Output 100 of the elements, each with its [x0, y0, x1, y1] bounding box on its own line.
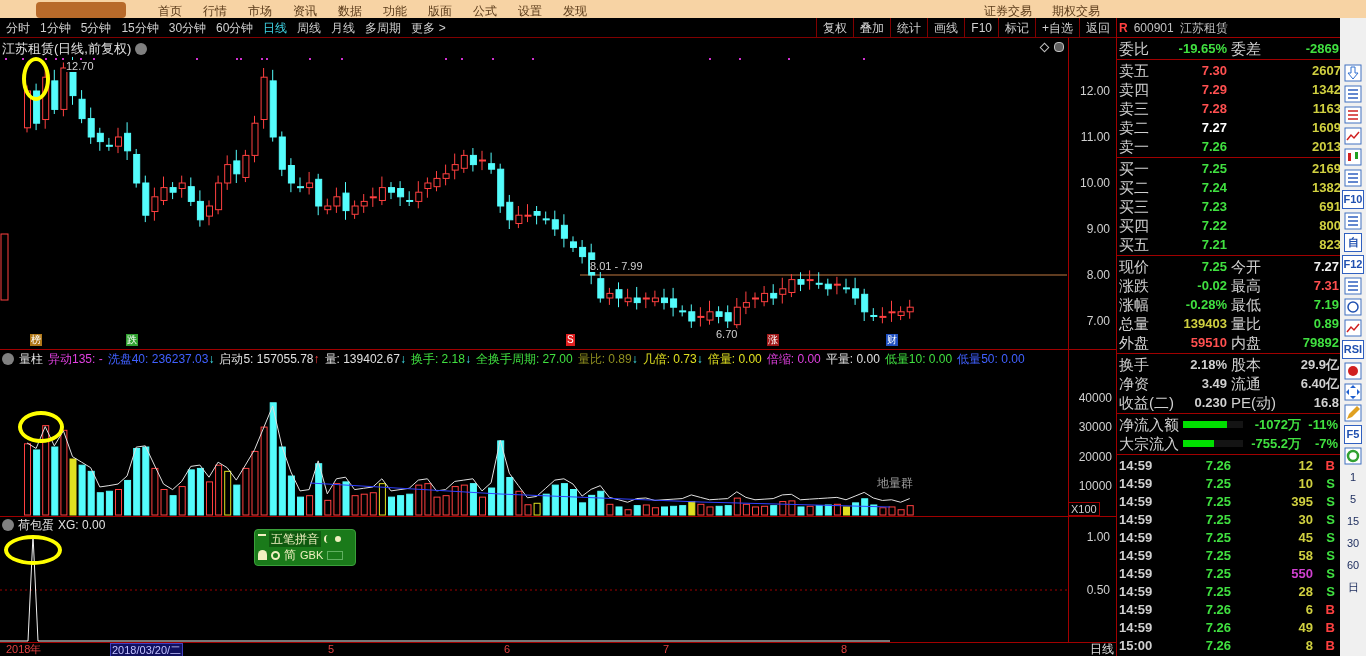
period-tab[interactable]: 5分钟: [80, 18, 112, 37]
period-tab[interactable]: 多周期: [365, 18, 402, 37]
trade-side: S: [1325, 511, 1335, 529]
period-tab[interactable]: 30分钟: [168, 18, 207, 37]
menu-item[interactable]: 设置: [518, 4, 542, 18]
toolbar-button[interactable]: 15: [1344, 512, 1362, 531]
down-arrow-icon[interactable]: [1344, 64, 1362, 82]
line-chart-icon[interactable]: [1344, 319, 1362, 337]
move-icon[interactable]: [1344, 383, 1362, 401]
field-value: 7.27: [1313, 259, 1339, 274]
period-tab[interactable]: 日线: [263, 18, 288, 37]
indicator-value: 洗盘40: 236237.03: [107, 352, 209, 366]
circle-icon[interactable]: [1344, 298, 1362, 316]
field-value: -2869: [1304, 40, 1339, 58]
trade-price: 7.26: [1204, 457, 1231, 475]
charset-button[interactable]: 简: [284, 547, 296, 563]
trade-volume: 30: [1297, 511, 1313, 529]
candlestick-icon[interactable]: [1344, 148, 1362, 166]
menu-item[interactable]: 资讯: [293, 4, 317, 18]
flow-label: 大宗流入: [1119, 434, 1180, 453]
indicator-name: 量柱: [19, 352, 43, 366]
encoding-button[interactable]: GBK: [300, 547, 324, 563]
period-tab[interactable]: 15分钟: [121, 18, 159, 37]
order-price: 7.28: [1200, 100, 1227, 118]
event-marker: 榜: [30, 334, 42, 346]
menu-item[interactable]: 公式: [473, 4, 497, 18]
order-label: 卖五: [1119, 61, 1150, 81]
period-tab[interactable]: 周线: [297, 18, 322, 37]
period-tab[interactable]: 1分钟: [40, 18, 71, 37]
trade-side: S: [1325, 493, 1335, 511]
highlight-ellipse: [18, 411, 64, 443]
axis-label: 1.00: [1086, 531, 1110, 543]
dropdown-icon[interactable]: [135, 42, 148, 55]
trade-time: 14:59: [1119, 619, 1154, 637]
flow-percent: -11%: [1307, 415, 1338, 434]
menu-item[interactable]: 功能: [383, 4, 407, 18]
field-label: 收益(二): [1119, 393, 1175, 413]
input-mode-button[interactable]: 五笔拼音: [269, 531, 321, 547]
menu-item[interactable]: 数据: [338, 4, 362, 18]
field-label: 最高: [1230, 276, 1262, 295]
trade-side: B: [1324, 637, 1335, 655]
trade-price: 7.25: [1204, 511, 1231, 529]
order-label: 买三: [1119, 197, 1150, 217]
order-label: 买二: [1119, 178, 1150, 198]
order-price: 7.22: [1200, 217, 1227, 235]
order-volume: 1609: [1311, 119, 1341, 137]
menu-item[interactable]: 市场: [248, 4, 272, 18]
menu-item[interactable]: 行情: [203, 4, 227, 18]
order-price: 7.24: [1200, 179, 1227, 197]
menu-item[interactable]: 发现: [563, 4, 587, 18]
field-value: 3.49: [1200, 375, 1227, 393]
period-tab[interactable]: 月线: [331, 18, 356, 37]
indicator-value: 异动135: -: [48, 352, 103, 366]
toolbar-button[interactable]: 日: [1344, 578, 1362, 597]
order-volume: 2607: [1311, 62, 1341, 80]
period-tab[interactable]: 更多 >: [411, 18, 446, 37]
field-label: 外盘: [1119, 333, 1150, 352]
menu-item[interactable]: 版面: [428, 4, 452, 18]
field-value: 2.18%: [1189, 356, 1227, 374]
toolbar-button[interactable]: F12: [1341, 255, 1365, 274]
order-volume: 800: [1318, 217, 1341, 235]
toolbar-button[interactable]: 1: [1344, 468, 1362, 487]
toolbar-button[interactable]: F5: [1344, 425, 1362, 444]
order-label: 卖三: [1119, 99, 1150, 119]
trade-time: 14:59: [1119, 601, 1154, 619]
field-label: 流通: [1230, 374, 1262, 394]
axis-label: 7.00: [1086, 315, 1110, 327]
dropdown-icon[interactable]: [2, 353, 14, 365]
chart-title: 江苏租赁(日线,前复权): [2, 40, 132, 58]
dropdown-icon[interactable]: [2, 519, 14, 531]
toolbar-button[interactable]: RSI: [1341, 340, 1365, 359]
trade-price: 7.26: [1204, 619, 1231, 637]
period-tab[interactable]: 分时: [6, 18, 30, 37]
toolbar-button[interactable]: F10: [1341, 190, 1365, 209]
menu-item[interactable]: 首页: [158, 4, 182, 18]
trade-side: S: [1325, 529, 1335, 547]
flow-label: 净流入额: [1119, 415, 1180, 434]
toolbar-button[interactable]: 自: [1344, 233, 1362, 252]
menu-item[interactable]: 证券交易: [984, 4, 1032, 18]
field-label: 涨幅: [1119, 295, 1150, 314]
toolbar-button[interactable]: 30: [1344, 534, 1362, 553]
order-label: 卖二: [1119, 118, 1150, 138]
trade-volume: 58: [1297, 547, 1313, 565]
toolbar-button[interactable]: 5: [1344, 490, 1362, 509]
refresh-icon[interactable]: [1344, 447, 1362, 465]
field-label: 现价: [1119, 257, 1150, 276]
date-label: 8: [840, 643, 849, 656]
price-annotation: 8.01 - 7.99: [590, 260, 643, 272]
period-label: 日线: [1090, 643, 1114, 656]
flow-amount: -755.2万: [1250, 434, 1301, 453]
indicator-value: 换手: 2.18: [410, 352, 465, 366]
trade-time: 14:59: [1119, 475, 1154, 493]
panel-toggle-icon[interactable]: [1054, 42, 1064, 52]
trade-volume: 10: [1297, 475, 1313, 493]
field-value: 0.89: [1313, 316, 1339, 331]
period-tab[interactable]: 60分钟: [216, 18, 254, 37]
line-chart-icon[interactable]: [1344, 127, 1362, 145]
menu-item[interactable]: 期权交易: [1052, 4, 1100, 18]
field-label: 总量: [1119, 314, 1150, 333]
toolbar-button[interactable]: 60: [1344, 556, 1362, 575]
